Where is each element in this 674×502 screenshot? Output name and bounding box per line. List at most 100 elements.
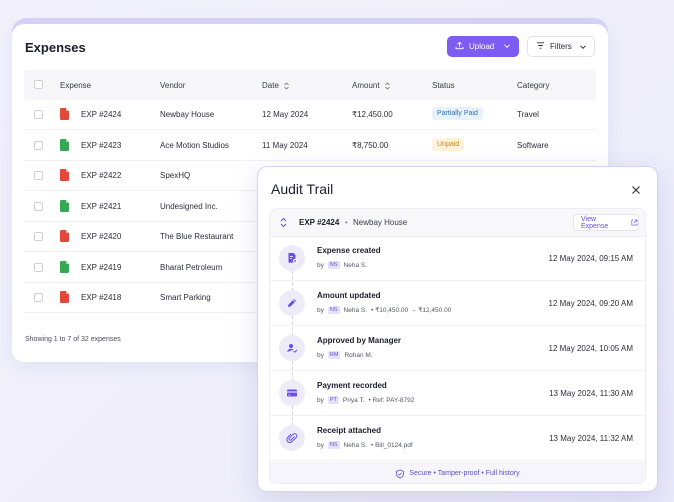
expense-id[interactable]: EXP #2418 xyxy=(81,293,121,302)
page-title: Expenses xyxy=(25,40,86,55)
by-label: by xyxy=(317,261,324,269)
expense-id[interactable]: EXP #2421 xyxy=(81,202,121,211)
expense-date: 12 May 2024 xyxy=(262,110,309,119)
avatar: NS xyxy=(327,306,340,314)
filters-label: Filters xyxy=(550,42,572,51)
actor-name: Neha S. xyxy=(343,441,368,449)
vendor-name: Ace Motion Studios xyxy=(160,140,229,150)
event-timestamp: 13 May 2024, 11:30 AM xyxy=(549,389,633,398)
chevron-down-icon xyxy=(579,43,587,53)
filters-button[interactable]: Filters xyxy=(527,36,595,57)
actor-name: Neha S. xyxy=(343,261,368,269)
row-checkbox[interactable] xyxy=(34,110,43,119)
view-expense-label: View Expense xyxy=(581,215,609,230)
pdf-file-icon xyxy=(60,230,69,242)
modal-title: Audit Trail xyxy=(271,181,334,197)
actor-name: Priya T. xyxy=(342,396,365,404)
audit-expense-id: EXP #2424 xyxy=(299,218,340,227)
avatar: NS xyxy=(327,261,340,269)
audit-event: Receipt attached by NS Neha S. • Bill_01… xyxy=(270,417,645,461)
upload-icon xyxy=(455,41,464,52)
by-label: by xyxy=(317,351,324,359)
select-all-checkbox[interactable] xyxy=(34,80,43,89)
avatar: NS xyxy=(327,441,340,449)
column-status: Status xyxy=(432,81,455,90)
expense-id[interactable]: EXP #2424 xyxy=(81,110,121,119)
sort-icon xyxy=(284,81,289,90)
row-checkbox[interactable] xyxy=(34,171,43,180)
event-title: Amount updated xyxy=(317,291,381,300)
actor-name: Rohan M. xyxy=(344,351,373,359)
row-checkbox[interactable] xyxy=(34,201,43,211)
event-actor: by NS Neha S. • ₹10,450.00 → ₹12,450.00 xyxy=(317,306,451,314)
shield-icon xyxy=(396,469,405,478)
event-timestamp: 12 May 2024, 09:15 AM xyxy=(548,254,634,263)
expense-id[interactable]: EXP #2423 xyxy=(81,141,121,150)
status-badge: Partially Paid xyxy=(432,107,483,120)
paperclip-icon xyxy=(279,425,305,451)
column-vendor: Vendor xyxy=(160,81,186,90)
event-actor: by PT Priya T. • Ref: PAY-8792 xyxy=(317,396,414,404)
column-expense: Expense xyxy=(60,81,92,90)
column-amount[interactable]: Amount xyxy=(352,81,391,90)
vendor-name: Undesigned Inc. xyxy=(160,201,218,211)
expense-amount: ₹12,450.00 xyxy=(352,110,393,119)
separator-dot: • xyxy=(345,218,348,227)
status-badge: Unpaid xyxy=(432,137,465,151)
expense-id[interactable]: EXP #2420 xyxy=(81,232,121,241)
table-row[interactable]: EXP #2423 Ace Motion Studios 11 May 2024 ₹… xyxy=(24,131,596,161)
avatar: PT xyxy=(327,396,339,404)
column-amount-label: Amount xyxy=(352,81,380,90)
pdf-file-icon xyxy=(60,108,69,120)
close-icon[interactable] xyxy=(630,183,642,195)
event-timestamp: 12 May 2024, 09:20 AM xyxy=(548,299,634,308)
row-checkbox[interactable] xyxy=(34,232,43,241)
audit-footer: Secure • Tamper-proof • Full history xyxy=(270,462,645,483)
expense-amount: ₹8,750.00 xyxy=(352,140,389,150)
event-title: Payment recorded xyxy=(317,381,387,390)
column-category: Category xyxy=(517,81,550,90)
audit-event: Approved by Manager by RM Rohan M. 12 Ma… xyxy=(270,327,645,381)
event-detail: • Ref: PAY-8792 xyxy=(368,396,415,404)
event-timestamp: 13 May 2024, 11:32 AM xyxy=(549,434,633,443)
user-check-icon xyxy=(279,335,305,361)
column-date[interactable]: Date xyxy=(262,81,290,90)
expense-date: 11 May 2024 xyxy=(262,140,308,150)
event-title: Approved by Manager xyxy=(317,336,402,345)
upload-button[interactable]: Upload xyxy=(447,36,519,57)
table-header: Expense Vendor Date Amount Status Catego… xyxy=(24,70,596,100)
audit-panel: EXP #2424 • Newbay House View Expense Ex… xyxy=(269,208,646,484)
pencil-icon xyxy=(279,290,305,316)
audit-event: Payment recorded by PT Priya T. • Ref: P… xyxy=(270,372,645,426)
expense-id[interactable]: EXP #2422 xyxy=(81,171,121,180)
audit-event: Amount updated by NS Neha S. • ₹10,450.0… xyxy=(270,282,645,336)
by-label: by xyxy=(317,306,324,314)
spreadsheet-file-icon xyxy=(60,138,69,151)
by-label: by xyxy=(317,396,324,404)
expense-id[interactable]: EXP #2419 xyxy=(81,263,121,272)
chevron-down-icon[interactable] xyxy=(503,42,511,52)
pdf-file-icon xyxy=(60,291,69,303)
expand-collapse-icon[interactable] xyxy=(279,217,288,230)
event-actor: by NS Neha S. • Bill_0124.pdf xyxy=(317,441,413,449)
actor-name: Neha S. xyxy=(343,306,368,314)
event-detail: • ₹10,450.00 → ₹12,450.00 xyxy=(371,307,452,314)
receipt-add-icon xyxy=(279,245,305,271)
event-title: Expense created xyxy=(317,246,381,255)
event-detail: • Bill_0124.pdf xyxy=(371,441,413,449)
vendor-name: The Blue Restaurant xyxy=(160,232,234,241)
audit-vendor: Newbay House xyxy=(353,218,408,227)
event-actor: by NS Neha S. xyxy=(317,261,367,269)
pdf-file-icon xyxy=(60,169,69,181)
expense-category: Travel xyxy=(517,110,539,119)
expense-category: Software xyxy=(517,140,549,150)
row-checkbox[interactable] xyxy=(34,262,43,272)
vendor-name: Smart Parking xyxy=(160,293,211,302)
row-checkbox[interactable] xyxy=(34,140,43,150)
by-label: by xyxy=(317,441,324,449)
external-link-icon xyxy=(631,219,638,226)
row-checkbox[interactable] xyxy=(34,293,43,302)
vendor-name: Bharat Petroleum xyxy=(160,262,223,272)
table-row[interactable]: EXP #2424 Newbay House 12 May 2024 ₹12,450… xyxy=(24,100,596,130)
view-expense-button[interactable]: View Expense xyxy=(573,214,639,231)
